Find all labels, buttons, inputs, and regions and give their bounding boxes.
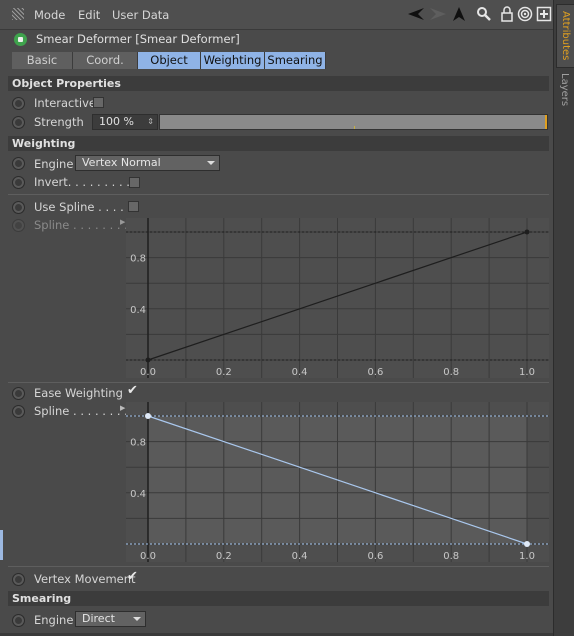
smear-engine-dropdown[interactable]: Direct [75, 611, 146, 627]
interactive-label: Interactive [34, 96, 96, 110]
ease-weighting-checkbox[interactable]: ✔ [127, 383, 138, 398]
forward-arrow-icon[interactable] [428, 6, 448, 22]
add-icon[interactable] [536, 6, 552, 22]
strength-label: Strength [34, 115, 84, 129]
menu-bar: Mode Edit User Data [0, 0, 553, 30]
menu-user-data[interactable]: User Data [112, 8, 169, 22]
x-tick-label: 1.0 [519, 551, 535, 562]
expand-arrow-icon[interactable]: ▶ [120, 218, 125, 226]
strength-value: 100 % [99, 115, 134, 128]
x-tick-label: 0.4 [292, 551, 308, 562]
invert-checkbox[interactable] [129, 177, 140, 188]
spline-graph-weighting[interactable]: 0.0 0.2 0.4 0.6 0.8 1.0 0.4 0.8 [126, 218, 549, 378]
strength-slider[interactable] [159, 114, 548, 130]
smear-engine-value: Direct [82, 612, 115, 625]
divider [8, 194, 549, 195]
engine-anim-toggle[interactable] [12, 157, 25, 170]
smearing-heading: Smearing [8, 591, 549, 606]
spline-anim-toggle[interactable] [12, 219, 25, 232]
divider [8, 382, 549, 383]
x-tick-label: 0.0 [140, 551, 156, 562]
spline-knot[interactable] [145, 413, 151, 419]
spline-knot[interactable] [145, 357, 151, 363]
spline-graph-ease[interactable]: 0.0 0.2 0.4 0.6 0.8 1.0 0.4 0.8 [126, 402, 549, 562]
back-arrow-icon[interactable] [406, 6, 426, 22]
chevron-down-icon [133, 617, 141, 621]
ease-weighting-label: Ease Weighting [34, 386, 123, 400]
x-tick-label: 0.8 [443, 551, 459, 562]
strength-slider-tick [354, 126, 355, 129]
side-tab-attributes[interactable]: Attributes [556, 4, 574, 68]
x-tick-label: 0.0 [140, 367, 156, 378]
smear-engine-anim-toggle[interactable] [12, 614, 25, 627]
x-tick-label: 0.4 [292, 367, 308, 378]
tab-basic[interactable]: Basic [12, 52, 73, 69]
y-tick-label: 0.4 [130, 489, 146, 500]
smear-engine-label: Engine [34, 613, 74, 627]
strength-slider-handle[interactable] [545, 115, 547, 129]
strength-field[interactable]: 100 % ⇕ [92, 114, 158, 130]
invert-anim-toggle[interactable] [12, 176, 25, 189]
x-tick-label: 1.0 [519, 367, 535, 378]
x-tick-label: 0.2 [216, 551, 232, 562]
vertex-movement-label: Vertex Movement [34, 572, 136, 586]
target-icon[interactable] [517, 6, 533, 22]
object-title: Smear Deformer [Smear Deformer] [36, 32, 240, 46]
tab-weighting[interactable]: Weighting [201, 52, 265, 69]
engine-value: Vertex Normal [82, 156, 161, 169]
search-icon[interactable] [476, 6, 492, 22]
side-tab-layers[interactable]: Layers [556, 70, 573, 110]
interactive-anim-toggle[interactable] [12, 97, 25, 110]
divider [8, 566, 549, 567]
use-spline-label: Use Spline . . . . . [34, 200, 132, 214]
weighting-heading: Weighting [8, 136, 549, 151]
ease-weighting-anim-toggle[interactable] [12, 387, 25, 400]
tab-coord[interactable]: Coord. [73, 52, 138, 69]
spline-knot[interactable] [524, 229, 530, 235]
interactive-checkbox[interactable] [93, 97, 104, 108]
x-tick-label: 0.8 [443, 367, 459, 378]
menu-mode[interactable]: Mode [34, 8, 65, 22]
spline2-label: Spline . . . . . . . . [34, 404, 128, 418]
smear-deformer-icon [14, 33, 27, 46]
chevron-down-icon [207, 161, 215, 165]
tab-object[interactable]: Object [138, 52, 201, 69]
expand-arrow-icon[interactable]: ▶ [120, 404, 125, 412]
side-tab-bar: Attributes Layers [553, 0, 574, 636]
x-tick-label: 0.6 [367, 367, 383, 378]
y-tick-label: 0.8 [130, 254, 146, 265]
y-tick-label: 0.8 [130, 438, 146, 449]
invert-label: Invert. . . . . . . . . . [34, 175, 138, 189]
use-spline-checkbox[interactable] [128, 201, 139, 212]
object-properties-heading: Object Properties [8, 76, 549, 91]
vertex-movement-anim-toggle[interactable] [12, 573, 25, 586]
strength-anim-toggle[interactable] [12, 116, 25, 129]
pointer-up-icon[interactable] [451, 6, 467, 22]
engine-dropdown[interactable]: Vertex Normal [75, 155, 220, 171]
menu-edit[interactable]: Edit [78, 8, 100, 22]
use-spline-anim-toggle[interactable] [12, 201, 25, 214]
spline-label: Spline . . . . . . . . [34, 218, 128, 232]
lock-icon[interactable] [499, 6, 515, 22]
grip-icon[interactable] [12, 8, 24, 20]
engine-label: Engine [34, 157, 74, 171]
y-tick-label: 0.4 [130, 305, 146, 316]
x-tick-label: 0.6 [367, 551, 383, 562]
spinner-icon[interactable]: ⇕ [147, 115, 154, 129]
spline2-anim-toggle[interactable] [12, 405, 25, 418]
x-tick-label: 0.2 [216, 367, 232, 378]
spline-knot[interactable] [524, 541, 530, 547]
tab-smearing[interactable]: Smearing [265, 52, 326, 69]
vertex-movement-checkbox[interactable]: ✔ [127, 569, 138, 584]
left-edge-indicator [0, 530, 3, 560]
